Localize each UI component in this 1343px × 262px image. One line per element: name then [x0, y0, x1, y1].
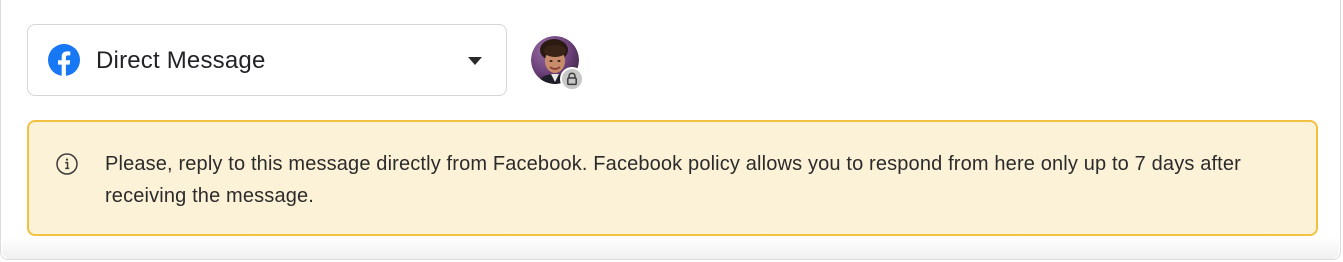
notice-message: Please, reply to this message directly f… — [105, 153, 1241, 207]
reply-panel: Direct Message Please, reply to this mes… — [0, 0, 1341, 260]
lock-badge — [560, 67, 584, 91]
info-icon — [56, 153, 78, 175]
channel-label: Direct Message — [96, 47, 266, 74]
panel-bottom-edge — [2, 237, 1339, 259]
lock-icon — [567, 72, 577, 86]
caret-down-icon[interactable] — [468, 57, 482, 65]
channel-dropdown[interactable]: Direct Message — [27, 24, 507, 96]
account-avatar-button[interactable] — [531, 36, 585, 91]
facebook-icon — [48, 44, 80, 76]
facebook-policy-notice: Please, reply to this message directly f… — [27, 120, 1318, 236]
